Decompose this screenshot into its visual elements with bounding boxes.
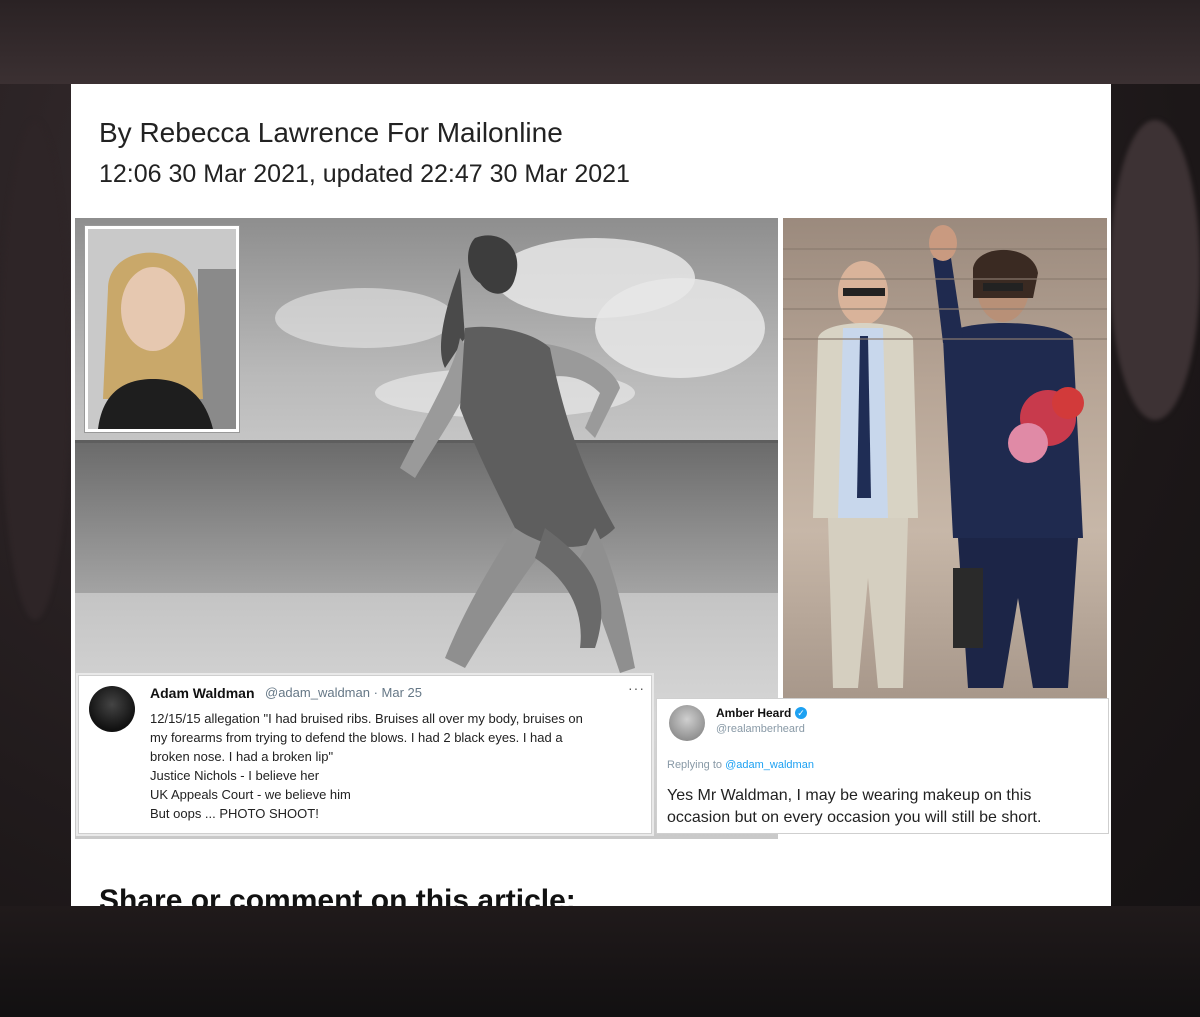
running-woman-figure [400, 235, 635, 673]
tweet-line: Yes Mr Waldman, I may be wearing makeup … [667, 787, 1032, 804]
tweet-line: Justice Nichols - I believe her [150, 768, 320, 783]
article-dateline: 12:06 30 Mar 2021, updated 22:47 30 Mar … [99, 160, 630, 188]
tweet-author-name[interactable]: Amber Heard [716, 706, 791, 720]
article-page: By Rebecca Lawrence For Mailonline 12:06… [71, 84, 1111, 906]
replying-to: Replying to @adam_waldman [667, 759, 814, 771]
court-steps [783, 308, 1107, 310]
tweet-line: But oops ... PHOTO SHOOT! [150, 806, 319, 821]
tweet-amber-heard[interactable]: Amber Heard ✓ @realamberheard Replying t… [656, 698, 1109, 834]
tweet-body: 12/15/15 allegation "I had bruised ribs.… [150, 709, 645, 823]
inset-portrait-photo [85, 226, 239, 432]
more-options-icon[interactable]: ··· [628, 680, 645, 696]
court-steps [783, 278, 1107, 280]
background-top [0, 0, 1200, 84]
tweet-author-handle[interactable]: @realamberheard [716, 723, 805, 735]
court-steps [783, 248, 1107, 250]
tweet-line: occasion but on every occasion you will … [667, 809, 1042, 826]
background-blur [1110, 120, 1200, 420]
court-steps [783, 338, 1107, 340]
tweet-line: my forearms from trying to defend the bl… [150, 730, 563, 745]
tweet-author-name[interactable]: Adam Waldman [150, 685, 255, 701]
tweet-line: broken nose. I had a broken lip" [150, 749, 334, 764]
verified-badge-icon: ✓ [795, 707, 807, 719]
share-heading: Share or comment on this article: [99, 884, 576, 906]
tweet-line: 12/15/15 allegation "I had bruised ribs.… [150, 711, 583, 726]
tweet-author-handle[interactable]: @adam_waldman · Mar 25 [265, 685, 422, 700]
background-blur [0, 120, 70, 620]
tweet-line: UK Appeals Court - we believe him [150, 787, 351, 802]
tweet-adam-waldman[interactable]: Adam Waldman @adam_waldman · Mar 25 ··· … [78, 675, 652, 834]
article-byline: By Rebecca Lawrence For Mailonline [99, 117, 563, 148]
portrait-woman-figure [88, 229, 236, 429]
avatar[interactable] [89, 686, 135, 732]
tweet-body: Yes Mr Waldman, I may be wearing makeup … [667, 785, 1103, 829]
court-arrival-photo [783, 218, 1107, 700]
replying-to-handle-link[interactable]: @adam_waldman [725, 759, 814, 771]
two-men-figures [813, 225, 1084, 688]
avatar[interactable] [669, 705, 705, 741]
background-bottom [0, 906, 1200, 1017]
replying-to-label: Replying to [667, 759, 723, 771]
